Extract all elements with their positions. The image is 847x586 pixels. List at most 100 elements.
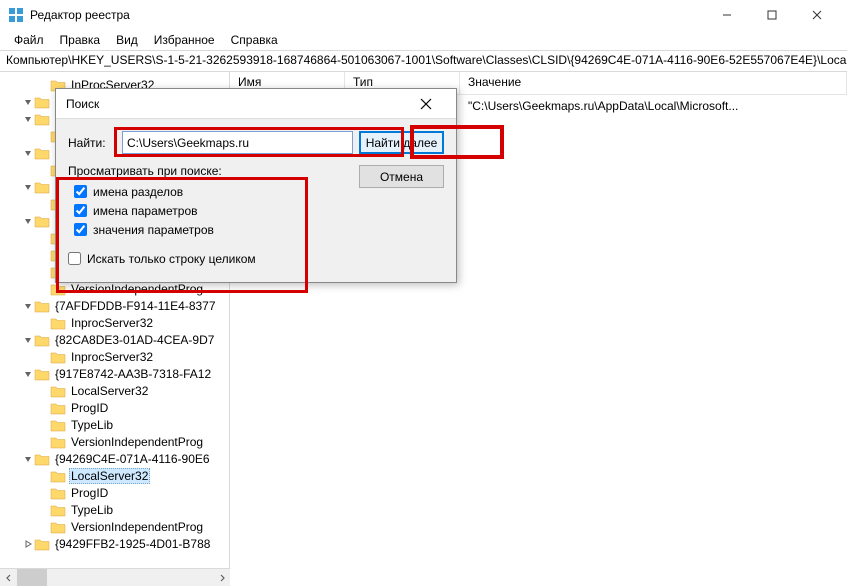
menu-favorites[interactable]: Избранное xyxy=(146,31,223,49)
folder-icon xyxy=(50,401,66,415)
tree-item[interactable]: {94269C4E-071A-4116-90E6 xyxy=(0,450,229,467)
tree-item[interactable]: {917E8742-AA3B-7318-FA12 xyxy=(0,365,229,382)
tree-item[interactable]: VersionIndependentProg xyxy=(0,433,229,450)
menu-view[interactable]: Вид xyxy=(108,31,146,49)
tree-twisty-icon[interactable] xyxy=(38,351,50,363)
scroll-right-button[interactable] xyxy=(213,569,230,586)
tree-item[interactable]: {7AFDFDDB-F914-11E4-8377 xyxy=(0,297,229,314)
tree-twisty-icon[interactable] xyxy=(38,249,50,261)
tree-twisty-icon[interactable] xyxy=(38,385,50,397)
tree-twisty-icon[interactable] xyxy=(38,419,50,431)
menu-help[interactable]: Справка xyxy=(223,31,286,49)
tree-twisty-icon[interactable] xyxy=(38,470,50,482)
tree-twisty-icon[interactable] xyxy=(38,130,50,142)
tree-twisty-icon[interactable] xyxy=(22,96,34,108)
cancel-button[interactable]: Отмена xyxy=(359,165,444,188)
tree-twisty-icon[interactable] xyxy=(22,538,34,550)
window-controls xyxy=(704,0,839,30)
tree-twisty-icon[interactable] xyxy=(22,215,34,227)
scroll-left-button[interactable] xyxy=(0,569,17,586)
check-whole-label[interactable]: Искать только строку целиком xyxy=(87,252,256,266)
tree-twisty-icon[interactable] xyxy=(38,164,50,176)
tree-item-label: LocalServer32 xyxy=(69,384,150,398)
find-next-button[interactable]: Найти далее xyxy=(359,131,444,154)
tree-twisty-icon[interactable] xyxy=(38,504,50,516)
tree-twisty-icon[interactable] xyxy=(22,453,34,465)
check-keys-label[interactable]: имена разделов xyxy=(93,185,183,199)
dialog-close-button[interactable] xyxy=(406,90,446,118)
tree-item[interactable]: TypeLib xyxy=(0,416,229,433)
check-data-row[interactable]: значения параметров xyxy=(68,220,444,239)
tree-twisty-icon[interactable] xyxy=(22,147,34,159)
folder-icon xyxy=(50,384,66,398)
tree-twisty-icon[interactable] xyxy=(38,266,50,278)
folder-icon xyxy=(34,299,50,313)
tree-item-label: VersionIndependentProg xyxy=(69,435,205,449)
folder-icon xyxy=(34,537,50,551)
tree-item-label: {917E8742-AA3B-7318-FA12 xyxy=(53,367,213,381)
tree-twisty-icon[interactable] xyxy=(38,317,50,329)
tree-item[interactable]: ProgID xyxy=(0,484,229,501)
tree-item-label: VersionIndependentProg xyxy=(69,520,205,534)
check-data[interactable] xyxy=(74,223,87,236)
check-whole[interactable] xyxy=(68,252,81,265)
tree-item[interactable]: {82CA8DE3-01AD-4CEA-9D7 xyxy=(0,331,229,348)
tree-twisty-icon[interactable] xyxy=(38,79,50,91)
maximize-button[interactable] xyxy=(749,0,794,30)
tree-twisty-icon[interactable] xyxy=(38,521,50,533)
check-values-row[interactable]: имена параметров xyxy=(68,201,444,220)
tree-item[interactable]: InprocServer32 xyxy=(0,314,229,331)
tree-item-label: {7AFDFDDB-F914-11E4-8377 xyxy=(53,299,218,313)
folder-icon xyxy=(50,503,66,517)
close-button[interactable] xyxy=(794,0,839,30)
tree-item-label: TypeLib xyxy=(69,503,115,517)
app-icon xyxy=(8,7,24,23)
folder-icon xyxy=(50,350,66,364)
tree-twisty-icon[interactable] xyxy=(38,232,50,244)
folder-icon xyxy=(50,316,66,330)
tree-twisty-icon[interactable] xyxy=(38,436,50,448)
check-values[interactable] xyxy=(74,204,87,217)
tree-twisty-icon[interactable] xyxy=(38,402,50,414)
tree-item[interactable]: TypeLib xyxy=(0,501,229,518)
find-dialog: Поиск Найти: Найти далее Отмена Просматр… xyxy=(55,88,457,283)
tree-item[interactable]: VersionIndependentProg xyxy=(0,518,229,535)
tree-item-label: TypeLib xyxy=(69,418,115,432)
tree-twisty-icon[interactable] xyxy=(22,334,34,346)
minimize-button[interactable] xyxy=(704,0,749,30)
col-data[interactable]: Значение xyxy=(460,72,847,94)
folder-icon xyxy=(34,180,50,194)
dialog-titlebar[interactable]: Поиск xyxy=(56,89,456,119)
folder-icon xyxy=(50,435,66,449)
tree-twisty-icon[interactable] xyxy=(22,181,34,193)
scroll-track[interactable] xyxy=(17,569,213,586)
tree-hscrollbar[interactable] xyxy=(0,568,230,586)
check-values-label[interactable]: имена параметров xyxy=(93,204,198,218)
tree-item[interactable]: LocalServer32 xyxy=(0,467,229,484)
tree-item-label: LocalServer32 xyxy=(69,468,150,484)
tree-twisty-icon[interactable] xyxy=(22,113,34,125)
tree-twisty-icon[interactable] xyxy=(38,198,50,210)
tree-item-label: {82CA8DE3-01AD-4CEA-9D7 xyxy=(53,333,216,347)
tree-item-label: InprocServer32 xyxy=(69,316,155,330)
tree-twisty-icon[interactable] xyxy=(38,487,50,499)
tree-twisty-icon[interactable] xyxy=(22,300,34,312)
tree-item[interactable]: InprocServer32 xyxy=(0,348,229,365)
tree-item[interactable]: {9429FFB2-1925-4D01-B788 xyxy=(0,535,229,552)
find-input[interactable] xyxy=(122,131,353,154)
tree-item[interactable]: LocalServer32 xyxy=(0,382,229,399)
tree-item-label: VersionIndependentProg xyxy=(69,282,205,296)
tree-twisty-icon[interactable] xyxy=(22,368,34,380)
cell-data: "C:\Users\Geekmaps.ru\AppData\Local\Micr… xyxy=(460,99,847,113)
check-keys[interactable] xyxy=(74,185,87,198)
folder-icon xyxy=(50,486,66,500)
tree-item[interactable]: ProgID xyxy=(0,399,229,416)
tree-twisty-icon[interactable] xyxy=(38,283,50,295)
check-data-label[interactable]: значения параметров xyxy=(93,223,214,237)
address-bar[interactable]: Компьютер\HKEY_USERS\S-1-5-21-3262593918… xyxy=(0,50,847,72)
check-whole-row[interactable]: Искать только строку целиком xyxy=(68,249,444,268)
menu-edit[interactable]: Правка xyxy=(52,31,109,49)
folder-icon xyxy=(50,282,66,296)
menu-file[interactable]: Файл xyxy=(6,31,52,49)
scroll-thumb[interactable] xyxy=(17,569,47,586)
